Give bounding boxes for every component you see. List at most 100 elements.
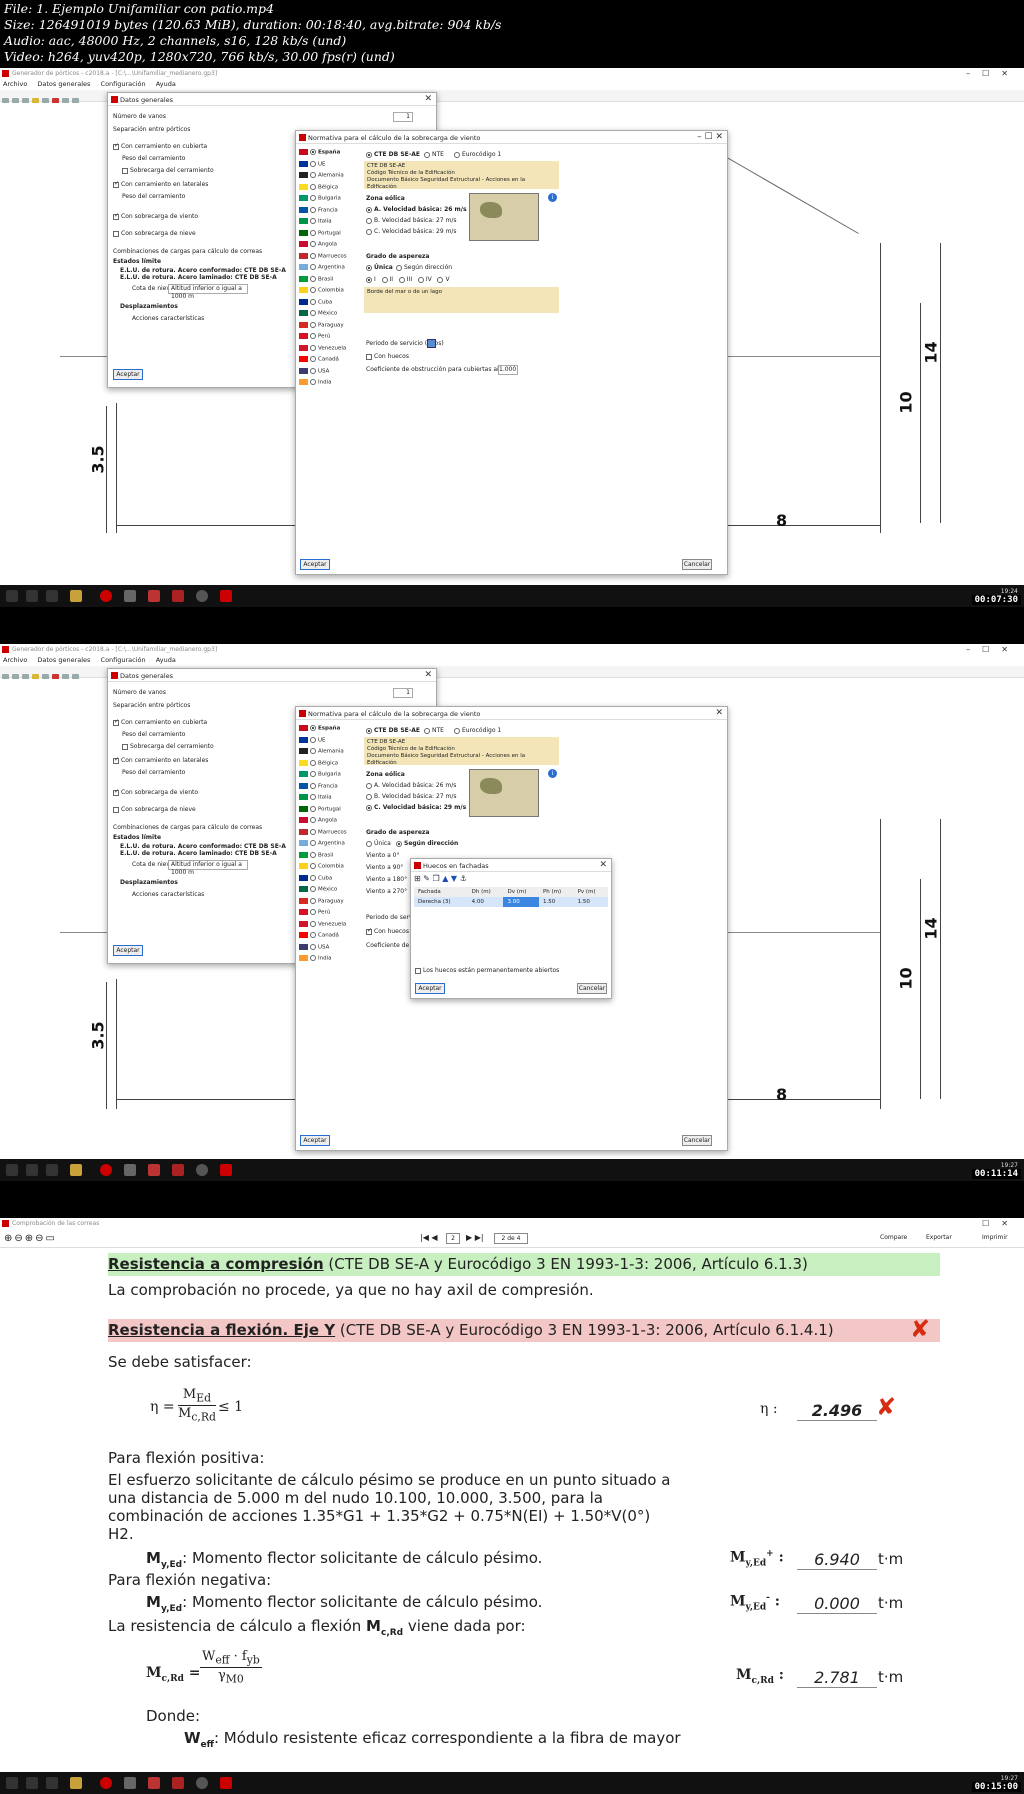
country-item[interactable]: USA xyxy=(299,367,361,380)
country-item[interactable]: Canadá xyxy=(299,932,361,944)
country-item[interactable]: Francia xyxy=(299,782,361,795)
copy-icon[interactable]: ❐ xyxy=(433,874,440,883)
aceptar-button[interactable]: Aceptar xyxy=(415,983,445,994)
close-icon[interactable]: ✕ xyxy=(715,708,723,718)
country-item[interactable]: Alemania xyxy=(299,172,361,184)
std-eurocodigo-radio[interactable]: Eurocódigo 1 xyxy=(454,727,501,734)
menu-archivo[interactable]: Archivo xyxy=(3,80,27,88)
country-item[interactable]: Canadá xyxy=(299,356,361,368)
std-eurocodigo-radio[interactable]: Eurocódigo 1 xyxy=(454,151,501,158)
menu-datos-generales[interactable]: Datos generales xyxy=(37,80,90,88)
country-item[interactable]: Venezuela xyxy=(299,920,361,933)
country-item[interactable]: Paraguay xyxy=(299,321,361,334)
country-item[interactable]: México xyxy=(299,310,361,322)
country-item[interactable]: India xyxy=(299,379,361,391)
periodo-button[interactable] xyxy=(427,339,436,348)
menu-archivo[interactable]: Archivo xyxy=(3,656,27,664)
con-huecos-checkbox[interactable]: Con huecos xyxy=(366,927,409,935)
std-cte-radio[interactable]: CTE DB SE-AE xyxy=(366,151,420,158)
app-icon-d[interactable] xyxy=(196,1777,208,1789)
country-item[interactable]: Argentina xyxy=(299,840,361,852)
start-icon[interactable] xyxy=(6,1777,18,1789)
std-nte-radio[interactable]: NTE xyxy=(424,727,444,734)
con-huecos-checkbox[interactable]: Con huecos xyxy=(366,353,409,360)
country-item[interactable]: Italia xyxy=(299,218,361,230)
country-item[interactable]: Bulgaria xyxy=(299,771,361,783)
imprimir-button[interactable]: Imprimir xyxy=(982,1234,1008,1241)
window-controls[interactable]: ☐✕ xyxy=(982,1219,1020,1228)
close-icon[interactable]: ✕ xyxy=(424,94,432,104)
next-page-icon[interactable]: ▶ ▶| xyxy=(466,1233,484,1242)
country-item[interactable]: Bélgica xyxy=(299,759,361,772)
app-icon-a[interactable] xyxy=(124,1164,136,1176)
app-icon-e[interactable] xyxy=(220,1164,232,1176)
opera-icon[interactable] xyxy=(100,1777,112,1789)
country-item[interactable]: Angola xyxy=(299,241,361,253)
zona-a-radio[interactable]: A. Velocidad básica: 26 m/s xyxy=(366,782,456,789)
country-item[interactable]: Brasil xyxy=(299,275,361,288)
taskview-icon[interactable] xyxy=(46,1164,58,1176)
zona-b-radio[interactable]: B. Velocidad básica: 27 m/s xyxy=(366,793,456,800)
country-item[interactable]: Bélgica xyxy=(299,183,361,196)
aceptar-button[interactable]: Aceptar xyxy=(113,945,143,956)
app-icon-b[interactable] xyxy=(148,1164,160,1176)
coeficiente-field[interactable]: 1.000 xyxy=(498,365,518,375)
table-cell[interactable]: 1.50 xyxy=(539,897,574,907)
app-icon-d[interactable] xyxy=(196,590,208,602)
cerramiento-laterales-checkbox[interactable]: Con cerramiento en laterales xyxy=(113,756,208,764)
country-item[interactable]: España xyxy=(299,149,361,161)
menu-ayuda[interactable]: Ayuda xyxy=(156,656,176,664)
arrow-up-icon[interactable]: ▲ xyxy=(442,874,448,883)
segun-direccion-radio[interactable]: Según dirección xyxy=(396,264,452,271)
app-icon-c[interactable] xyxy=(172,590,184,602)
country-item[interactable]: UE xyxy=(299,160,361,173)
explorer-icon[interactable] xyxy=(70,1777,82,1789)
country-item[interactable]: Portugal xyxy=(299,805,361,818)
compare-button[interactable]: Compare xyxy=(880,1234,907,1241)
country-item[interactable]: Cuba xyxy=(299,298,361,311)
add-row-icon[interactable]: ⊞ xyxy=(414,874,421,883)
sobrecarga-viento-checkbox[interactable]: Con sobrecarga de viento xyxy=(113,212,198,220)
window-controls[interactable]: –☐✕ xyxy=(966,69,1020,78)
cota-nieve-select[interactable]: Altitud inferior o igual a 1000 m xyxy=(168,284,248,300)
cerramiento-cubierta-checkbox[interactable]: Con cerramiento en cubierta xyxy=(113,142,207,150)
segun-direccion-radio[interactable]: Según dirección xyxy=(396,840,458,847)
country-item[interactable]: México xyxy=(299,886,361,898)
cerramiento-cubierta-checkbox[interactable]: Con cerramiento en cubierta xyxy=(113,718,207,726)
sobrecarga-cerramiento-checkbox[interactable]: Sobrecarga del cerramiento xyxy=(122,743,214,750)
cerramiento-laterales-checkbox[interactable]: Con cerramiento en laterales xyxy=(113,180,208,188)
close-icon[interactable]: ✕ xyxy=(599,860,607,870)
app-icon-a[interactable] xyxy=(124,1777,136,1789)
info-icon[interactable]: i xyxy=(548,769,557,778)
app-icon-e[interactable] xyxy=(220,590,232,602)
numero-vanos-field[interactable]: 1 xyxy=(393,688,413,698)
search-icon[interactable] xyxy=(26,1777,38,1789)
country-item[interactable]: España xyxy=(299,725,361,737)
sobrecarga-viento-checkbox[interactable]: Con sobrecarga de viento xyxy=(113,788,198,796)
country-item[interactable]: Marruecos xyxy=(299,252,361,265)
explorer-icon[interactable] xyxy=(70,590,82,602)
aceptar-button[interactable]: Aceptar xyxy=(300,559,330,570)
start-icon[interactable] xyxy=(6,590,18,602)
exportar-button[interactable]: Exportar xyxy=(926,1234,952,1241)
country-item[interactable]: Cuba xyxy=(299,874,361,887)
app-icon-e[interactable] xyxy=(220,1777,232,1789)
table-cell-selected[interactable]: 3.00 xyxy=(503,897,539,907)
table-cell[interactable]: 4.00 xyxy=(468,897,504,907)
abiertos-checkbox[interactable]: Los huecos están permanentemente abierto… xyxy=(415,967,559,974)
menu-configuracion[interactable]: Configuración xyxy=(101,656,146,664)
arrow-down-icon[interactable]: ▼ xyxy=(451,874,457,883)
page-input[interactable]: 2 xyxy=(446,1233,460,1244)
zona-b-radio[interactable]: B. Velocidad básica: 27 m/s xyxy=(366,217,456,224)
std-cte-radio[interactable]: CTE DB SE-AE xyxy=(366,727,420,734)
info-icon[interactable]: i xyxy=(548,193,557,202)
country-item[interactable]: Colombia xyxy=(299,863,361,875)
zona-c-radio[interactable]: C. Velocidad básica: 29 m/s xyxy=(366,228,457,235)
unica-radio[interactable]: Única xyxy=(366,840,391,847)
country-item[interactable]: Alemania xyxy=(299,748,361,760)
sobrecarga-nieve-checkbox[interactable]: Con sobrecarga de nieve xyxy=(113,806,196,813)
country-item[interactable]: Portugal xyxy=(299,229,361,242)
zoom-icons[interactable]: ⊕⊖⊕⊖▭ xyxy=(4,1233,57,1244)
country-item[interactable]: Bulgaria xyxy=(299,195,361,207)
edit-icon[interactable]: ✎ xyxy=(423,874,430,883)
